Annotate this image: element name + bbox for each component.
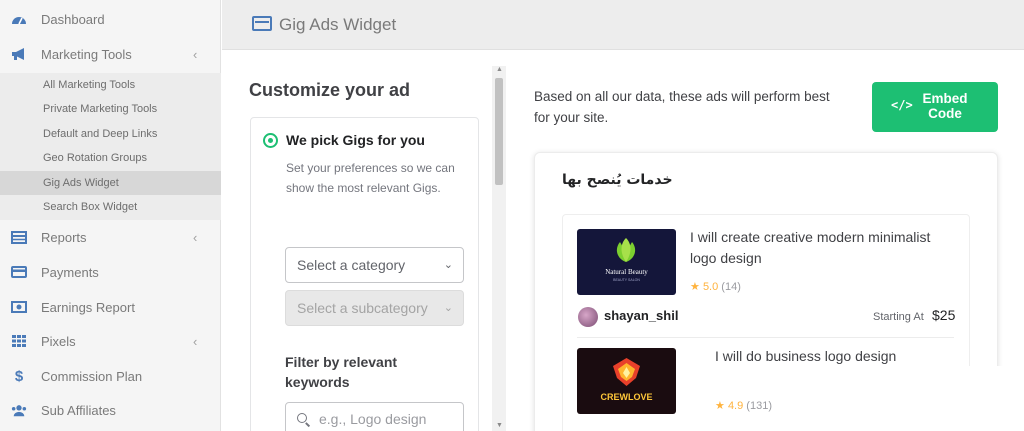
price-label: Starting At	[873, 311, 924, 323]
sidebar-item-sub-affiliates[interactable]: Sub Affiliates	[0, 393, 221, 427]
reports-icon	[11, 229, 27, 245]
sidebar-item-earnings-report[interactable]: Earnings Report	[0, 290, 221, 324]
chevron-down-icon: ⌄	[443, 259, 453, 271]
performance-text: Based on all our data, these ads will pe…	[534, 89, 830, 125]
category-select[interactable]: Select a category ⌄	[285, 247, 464, 283]
gig-rating: ★ 5.0 (14)	[690, 280, 741, 293]
sidebar-subitem-default-deep-links[interactable]: Default and Deep Links	[0, 122, 221, 146]
embed-code-button[interactable]: </> Embed Code	[872, 82, 998, 132]
sidebar-subitem-all-marketing-tools[interactable]: All Marketing Tools	[0, 73, 221, 97]
sidebar-item-label: Marketing Tools	[41, 46, 132, 62]
gig-rating: ★ 4.9 (131)	[715, 399, 772, 412]
marketing-tools-submenu: All Marketing Tools Private Marketing To…	[0, 73, 221, 220]
we-pick-gigs-radio[interactable]	[263, 133, 278, 148]
chevron-left-icon: ‹	[193, 46, 198, 62]
gig-review-count: (131)	[746, 400, 772, 412]
search-icon	[297, 413, 307, 423]
widget-icon	[252, 16, 272, 31]
gig-rating-score: 4.9	[727, 400, 744, 412]
seller-name[interactable]: shayan_shil	[604, 308, 678, 323]
keyword-placeholder: e.g., Logo design	[319, 411, 427, 427]
filter-keywords-label: Filter by relevant keywords	[285, 354, 398, 390]
sidebar-item-label: Pixels	[41, 333, 76, 349]
sidebar-item-label: Reports	[41, 229, 87, 245]
gig-thumbnail[interactable]: Natural Beauty BEAUTY SALON	[577, 229, 676, 295]
avatar[interactable]	[578, 307, 598, 327]
scrollbar-thumb[interactable]	[495, 78, 503, 185]
credit-card-icon	[11, 264, 27, 280]
gig-price: $25	[932, 307, 956, 323]
dollar-icon: $	[14, 367, 24, 385]
gig-image-subtext: BEAUTY SALON	[613, 278, 640, 282]
sidebar-item-commission-plan[interactable]: $ Commission Plan	[0, 359, 221, 393]
star-icon: ★	[690, 281, 700, 293]
gig-divider	[577, 337, 954, 338]
gig-image-text: Natural Beauty	[605, 268, 648, 276]
sidebar-item-label: Payments	[41, 264, 99, 280]
page-title: Gig Ads Widget	[279, 15, 397, 34]
sidebar: Dashboard Marketing Tools ‹ All Marketin…	[0, 0, 221, 431]
gig-title[interactable]: I will do business logo design	[715, 346, 945, 367]
scroll-down-arrow-icon[interactable]: ▼	[496, 422, 503, 429]
money-icon	[11, 299, 27, 315]
gig-thumbnail[interactable]: CREWLOVE	[577, 348, 676, 414]
gig-review-count: (14)	[721, 281, 741, 293]
page-header: Gig Ads Widget	[222, 0, 1024, 50]
customize-title: Customize your ad	[249, 80, 411, 100]
sidebar-item-label: Dashboard	[41, 11, 105, 27]
gig-title[interactable]: I will create creative modern minimalist…	[690, 227, 955, 269]
chevron-down-icon: ⌄	[443, 302, 453, 314]
code-icon: </>	[891, 98, 913, 112]
grid-icon	[11, 333, 27, 349]
star-icon: ★	[715, 400, 725, 412]
sidebar-subitem-private-marketing-tools[interactable]: Private Marketing Tools	[0, 97, 221, 121]
sidebar-item-label: Earnings Report	[41, 299, 135, 315]
gig-rating-score: 5.0	[702, 281, 719, 293]
sidebar-item-label: Commission Plan	[41, 368, 143, 384]
sidebar-item-reports[interactable]: Reports ‹	[0, 220, 221, 254]
chevron-left-icon: ‹	[193, 229, 198, 245]
preview-title: خدمات يُنصح بها	[562, 172, 673, 188]
sidebar-item-marketing-tools[interactable]: Marketing Tools ‹	[0, 37, 221, 71]
category-select-value: Select a category	[297, 257, 406, 273]
subcategory-select-value: Select a subcategory	[297, 300, 428, 316]
keyword-search-input[interactable]: e.g., Logo design	[285, 402, 464, 431]
chevron-left-icon: ‹	[193, 333, 198, 349]
sidebar-subitem-geo-rotation-groups[interactable]: Geo Rotation Groups	[0, 146, 221, 170]
subcategory-select[interactable]: Select a subcategory ⌄	[285, 290, 464, 326]
embed-code-label: Embed Code	[922, 91, 968, 121]
gig-image-text: CREWLOVE	[600, 392, 652, 402]
preview-fade	[962, 366, 1024, 431]
scroll-up-arrow-icon[interactable]: ▲	[496, 66, 503, 73]
we-pick-gigs-description: Set your preferences so we can show the …	[286, 161, 455, 195]
megaphone-icon	[11, 46, 27, 62]
sidebar-item-pixels[interactable]: Pixels ‹	[0, 324, 221, 358]
sidebar-item-label: Sub Affiliates	[41, 402, 116, 418]
sidebar-item-dashboard[interactable]: Dashboard	[0, 2, 221, 36]
sidebar-subitem-gig-ads-widget[interactable]: Gig Ads Widget	[0, 171, 221, 195]
sidebar-subitem-search-box-widget[interactable]: Search Box Widget	[0, 195, 221, 219]
users-icon	[11, 402, 27, 418]
we-pick-gigs-label[interactable]: We pick Gigs for you	[286, 132, 425, 148]
sidebar-item-payments[interactable]: Payments	[0, 255, 221, 289]
dashboard-icon	[11, 11, 27, 27]
